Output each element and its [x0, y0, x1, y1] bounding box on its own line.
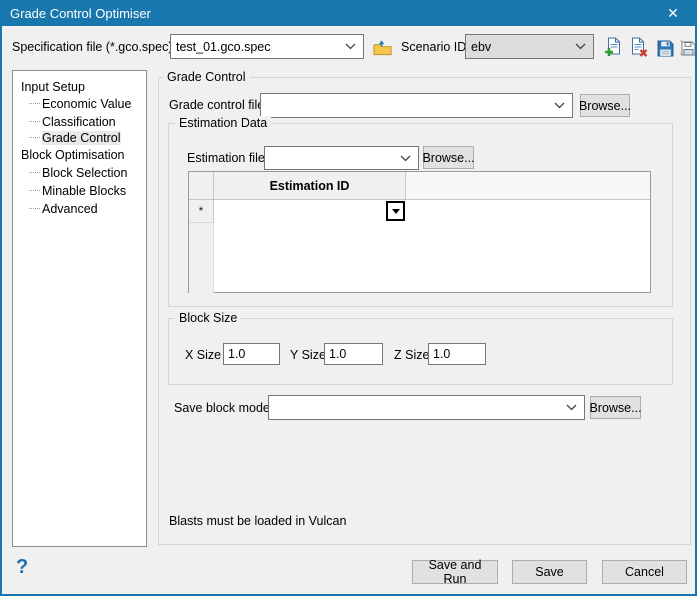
tree-connector	[29, 190, 40, 191]
dialog-grade-control-optimiser: Grade Control Optimiser ✕ Specification …	[0, 0, 697, 596]
folder-open-icon	[373, 38, 393, 57]
x-size-input[interactable]	[223, 343, 280, 365]
save-as-icon	[679, 39, 697, 57]
sidebar-item-grade-control[interactable]: Grade Control	[13, 129, 146, 146]
tree-item-label: Advanced	[42, 202, 98, 216]
grade-control-file-label: Grade control file	[169, 98, 264, 112]
table-corner-cell	[189, 172, 214, 200]
save-button[interactable]: Save	[512, 560, 587, 584]
estimation-file-label: Estimation file	[187, 151, 265, 165]
document-delete-icon	[630, 37, 648, 57]
scenario-id-value: ebv	[471, 40, 575, 54]
z-size-label: Z Size	[394, 348, 429, 362]
chevron-down-icon[interactable]	[575, 43, 593, 50]
sidebar-item-block-optimisation[interactable]: Block Optimisation	[13, 146, 146, 163]
y-size-input[interactable]	[324, 343, 383, 365]
grade-control-file-browse-button[interactable]: Browse...	[580, 94, 630, 117]
estimation-table: Estimation ID *	[188, 171, 651, 293]
tree-item-label: Economic Value	[42, 97, 131, 111]
save-block-model-label: Save block model	[174, 401, 273, 415]
tree-item-label: Grade Control	[42, 131, 121, 145]
sidebar-item-economic-value[interactable]: Economic Value	[13, 95, 146, 112]
chevron-down-icon[interactable]	[400, 155, 418, 162]
tree-item-label: Block Optimisation	[21, 148, 125, 162]
triangle-down-icon	[392, 209, 400, 214]
tree-connector	[29, 121, 40, 122]
spec-file-combobox[interactable]: test_01.gco.spec	[170, 34, 364, 59]
grade-control-group-label: Grade Control	[163, 70, 250, 84]
estimation-id-cell[interactable]	[214, 200, 406, 223]
chevron-down-icon[interactable]	[566, 404, 584, 411]
save-icon	[657, 40, 674, 57]
settings-tree: Input Setup Economic Value Classificatio…	[12, 70, 147, 547]
sidebar-item-advanced[interactable]: Advanced	[13, 200, 146, 217]
scenario-id-label: Scenario ID	[401, 40, 466, 54]
cell-dropdown-button[interactable]	[386, 201, 405, 221]
spec-file-label: Specification file (*.gco.spec)	[12, 40, 173, 54]
cancel-button[interactable]: Cancel	[602, 560, 687, 584]
tree-item-label: Classification	[42, 115, 116, 129]
estimation-file-combobox[interactable]	[264, 146, 419, 170]
new-row-header[interactable]: *	[189, 200, 214, 223]
vulcan-note: Blasts must be loaded in Vulcan	[169, 514, 346, 528]
open-folder-button[interactable]	[373, 37, 393, 57]
tree-connector	[29, 172, 40, 173]
new-scenario-button[interactable]	[603, 37, 623, 57]
y-size-label: Y Size	[290, 348, 326, 362]
scenario-id-combobox[interactable]: ebv	[465, 34, 594, 59]
grade-control-file-combobox[interactable]	[260, 93, 573, 118]
tree-connector	[29, 103, 40, 104]
tree-connector	[29, 208, 40, 209]
save-block-model-browse-button[interactable]: Browse...	[590, 396, 641, 419]
save-spec-button[interactable]	[655, 38, 675, 58]
save-block-model-combobox[interactable]	[268, 395, 585, 420]
estimation-data-group-label: Estimation Data	[175, 116, 271, 130]
title-bar[interactable]: Grade Control Optimiser	[0, 0, 697, 26]
window-title: Grade Control Optimiser	[0, 6, 151, 21]
spec-file-value: test_01.gco.spec	[176, 40, 345, 54]
new-row-marker: *	[199, 204, 204, 218]
delete-scenario-button[interactable]	[629, 37, 649, 57]
document-add-icon	[604, 37, 622, 57]
sidebar-item-minable-blocks[interactable]: Minable Blocks	[13, 182, 146, 199]
save-spec-as-button[interactable]	[678, 38, 697, 58]
save-and-run-button[interactable]: Save and Run	[412, 560, 498, 584]
z-size-input[interactable]	[428, 343, 486, 365]
chevron-down-icon[interactable]	[554, 102, 572, 109]
tree-item-label: Block Selection	[42, 166, 127, 180]
tree-connector	[29, 137, 40, 138]
block-size-group-label: Block Size	[175, 311, 241, 325]
sidebar-item-block-selection[interactable]: Block Selection	[13, 164, 146, 181]
close-icon: ✕	[667, 5, 679, 22]
chevron-down-icon[interactable]	[345, 43, 363, 50]
row-header-strip	[189, 223, 214, 293]
tree-item-label: Minable Blocks	[42, 184, 126, 198]
tree-item-label: Input Setup	[21, 80, 85, 94]
sidebar-item-input-setup[interactable]: Input Setup	[13, 78, 146, 95]
close-button[interactable]: ✕	[657, 2, 689, 24]
x-size-label: X Size	[185, 348, 221, 362]
help-icon[interactable]: ?	[16, 556, 28, 579]
column-header-estimation-id[interactable]: Estimation ID	[214, 172, 406, 200]
estimation-file-browse-button[interactable]: Browse...	[423, 146, 474, 169]
sidebar-item-classification[interactable]: Classification	[13, 113, 146, 130]
